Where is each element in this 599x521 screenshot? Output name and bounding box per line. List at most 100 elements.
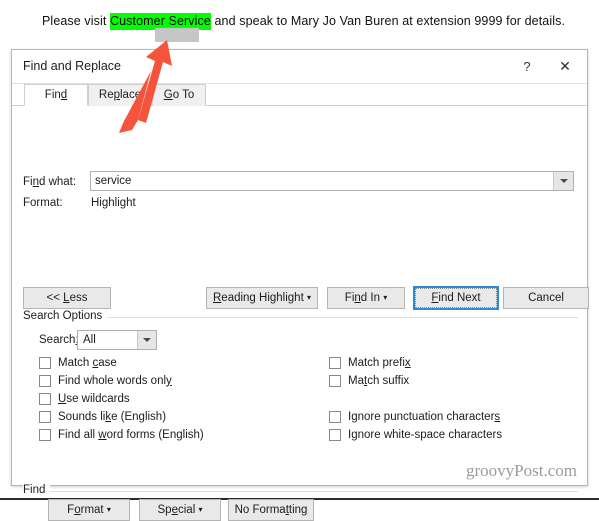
search-label: Search: <box>39 334 79 346</box>
label-post: ch suffix <box>367 374 410 387</box>
checkbox-label: Use wildcards <box>58 393 130 405</box>
help-icon[interactable]: ? <box>513 54 541 79</box>
checkbox-match-prefix[interactable]: Match prefix <box>329 354 411 371</box>
document-text-before: Please visit <box>42 14 110 28</box>
tab-replace[interactable]: Replace <box>88 84 152 106</box>
checkbox-box[interactable] <box>329 356 341 369</box>
search-direction-value: All <box>83 334 96 346</box>
find-next-label-post: ind Next <box>438 292 481 304</box>
checkbox-label: Match case <box>58 357 117 369</box>
search-label-text: Search <box>39 334 76 346</box>
checkbox-ignore-white-space[interactable]: Ignore white-space characters <box>329 426 502 443</box>
format-label: Format: <box>23 197 63 209</box>
label-accesskey: w <box>98 428 107 441</box>
checkbox-box[interactable] <box>329 374 341 387</box>
find-what-input[interactable] <box>91 172 553 190</box>
checkbox-match-case[interactable]: Match case <box>39 354 117 371</box>
tab-find-accesskey: d <box>60 89 68 101</box>
format-button[interactable]: Format ▾ <box>48 499 130 521</box>
checkbox-box[interactable] <box>329 428 341 441</box>
label-pre: Match prefi <box>348 356 405 369</box>
find-next-button[interactable]: Find Next <box>413 286 499 310</box>
less-label-pre: << <box>46 292 64 304</box>
watermark: groovyPost.com <box>466 461 577 480</box>
dialog-titlebar: Find and Replace ? ✕ <box>12 50 587 84</box>
label-post: nore white-space characters <box>357 428 503 441</box>
document-text-after: and speak to Mary Jo Van Buren at extens… <box>210 14 566 28</box>
checkbox-box[interactable] <box>39 392 51 405</box>
checkbox-sounds-like[interactable]: Sounds like (English) <box>39 408 166 425</box>
label-post: e (English) <box>111 410 167 423</box>
dialog-tabstrip: Find Replace Go To <box>12 84 587 106</box>
find-in-label-post: d In <box>360 292 380 304</box>
search-options-group-label: Search Options <box>23 310 108 322</box>
dialog-title: Find and Replace <box>23 59 121 73</box>
tab-replace-label-pre: Re <box>98 89 114 101</box>
document-paragraph: Please visit Customer Service and speak … <box>42 13 566 30</box>
find-group-label: Find <box>23 484 51 496</box>
special-label-pre: Sp <box>157 504 172 516</box>
checkbox-box[interactable] <box>329 410 341 423</box>
reading-highlight-button[interactable]: Reading Highlight ▾ <box>206 287 318 309</box>
caret-down-icon: ▾ <box>383 293 388 302</box>
label-accesskey: x <box>404 356 411 369</box>
no-formatting-label-pre: No Forma <box>234 504 286 516</box>
checkbox-label: Match suffix <box>348 375 409 387</box>
checkbox-box[interactable] <box>39 428 51 441</box>
checkbox-box[interactable] <box>39 374 51 387</box>
no-formatting-label-post: ting <box>288 504 308 516</box>
less-button[interactable]: << Less <box>23 287 111 309</box>
tab-find[interactable]: Find <box>24 84 88 106</box>
special-label-post: cial <box>178 504 196 516</box>
checkbox-use-wildcards[interactable]: Use wildcards <box>39 390 130 407</box>
find-what-label-pre: Fi <box>23 176 33 188</box>
find-next-focus-ring: Find Next <box>415 288 497 308</box>
dialog-body: Find what: Format: Highlight << Less Rea… <box>12 106 589 521</box>
label-pre: Ignore punctuation character <box>348 410 495 423</box>
checkbox-box[interactable] <box>39 410 51 423</box>
find-what-combobox[interactable] <box>90 171 574 191</box>
find-and-replace-dialog: Find and Replace ? ✕ Find Replace Go To … <box>11 49 589 521</box>
chevron-down-icon[interactable] <box>553 172 573 190</box>
cancel-button[interactable]: Cancel <box>503 287 589 309</box>
tab-goto-label-post: o To <box>172 89 195 101</box>
find-in-label-pre: Fi <box>344 292 355 304</box>
checkbox-label: Find whole words only <box>58 375 172 387</box>
label-accesskey: y <box>166 374 172 387</box>
checkbox-label: Sounds like (English) <box>58 411 166 423</box>
checkbox-ignore-punctuation[interactable]: Ignore punctuation characters <box>329 408 500 425</box>
checkbox-find-all-word-forms[interactable]: Find all word forms (English) <box>39 426 204 443</box>
caret-down-icon: ▾ <box>198 505 203 514</box>
no-formatting-button[interactable]: No Formatting <box>228 499 314 521</box>
caret-down-icon: ▾ <box>106 505 111 514</box>
format-label-post: rmat <box>80 504 104 516</box>
find-group-divider <box>23 491 578 492</box>
close-icon[interactable]: ✕ <box>551 54 579 79</box>
label-post: ord forms (English) <box>106 428 204 441</box>
label-post: ase <box>98 356 117 369</box>
checkbox-label: Find all word forms (English) <box>58 429 204 441</box>
checkbox-label: Ignore white-space characters <box>348 429 502 441</box>
label-pre: Ma <box>348 374 364 387</box>
find-what-label-post: d what: <box>39 176 77 188</box>
format-value: Highlight <box>91 197 136 209</box>
checkbox-label: Match prefix <box>348 357 411 369</box>
checkbox-box[interactable] <box>39 356 51 369</box>
tab-find-label-pre: Fin <box>44 89 61 101</box>
tab-goto[interactable]: Go To <box>152 84 206 106</box>
special-button[interactable]: Special ▾ <box>139 499 221 521</box>
checkbox-find-whole-words-only[interactable]: Find whole words only <box>39 372 172 389</box>
checkbox-match-suffix[interactable]: Match suffix <box>329 372 409 389</box>
tab-replace-label-post: lace <box>120 89 142 101</box>
label-pre: Sounds li <box>58 410 106 423</box>
tab-goto-accesskey: G <box>163 89 173 101</box>
chevron-down-icon[interactable] <box>137 331 156 349</box>
reading-highlight-label-post: eading Highlight <box>221 292 304 304</box>
label-pre: Find whole words onl <box>58 374 167 387</box>
find-in-button[interactable]: Find In ▾ <box>327 287 405 309</box>
format-label-pre: F <box>67 504 75 516</box>
text-selection-block <box>155 28 199 42</box>
find-what-label: Find what: <box>23 176 76 188</box>
search-direction-dropdown[interactable]: All <box>77 330 157 350</box>
label-accesskey: s <box>494 410 501 423</box>
